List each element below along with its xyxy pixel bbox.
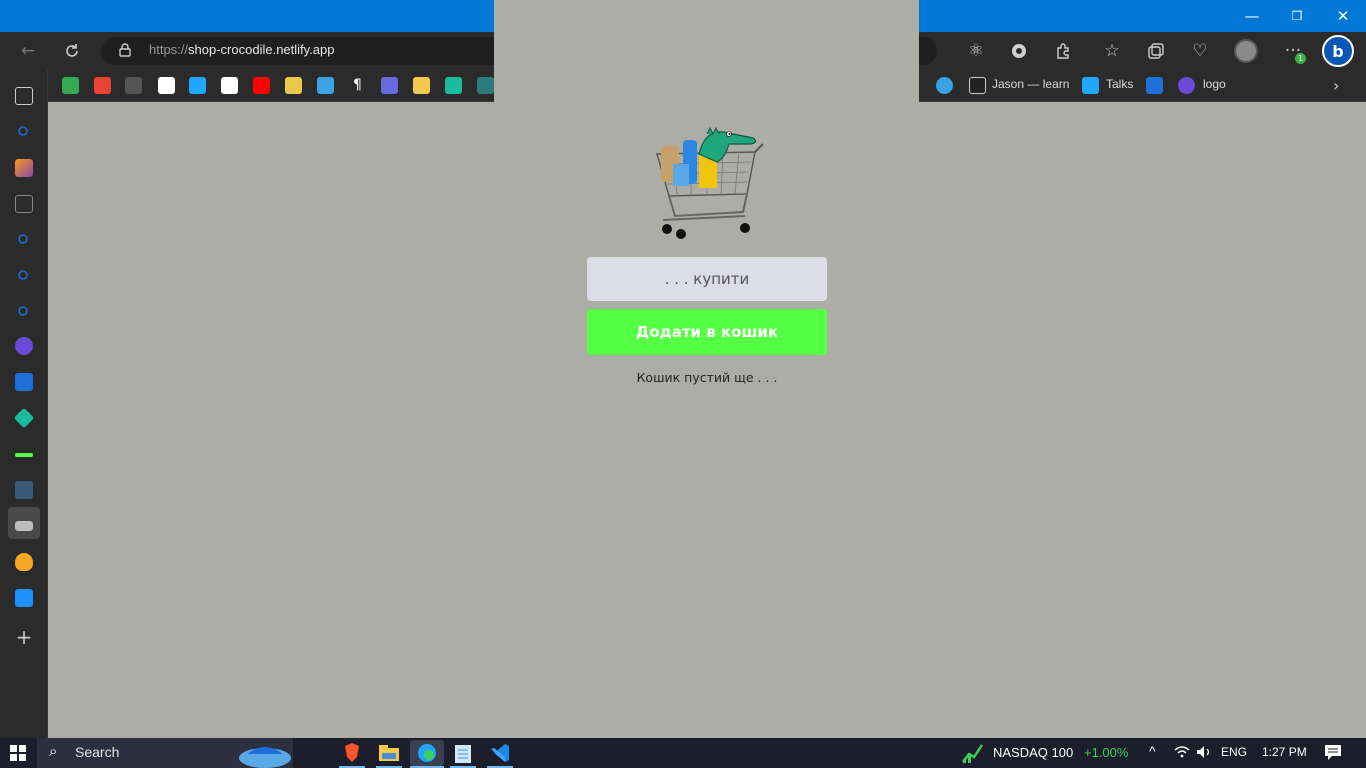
refresh-icon[interactable] (57, 36, 87, 66)
favorite-jason-learn[interactable]: Jason — learn (992, 77, 1069, 91)
taskbar-search[interactable]: ⌕ Search (37, 738, 293, 768)
youtube-icon[interactable] (253, 77, 270, 94)
sidebar-app-icon-1[interactable] (15, 159, 33, 177)
add-to-cart-button[interactable]: Додати в кошик (587, 309, 827, 355)
volume-icon[interactable] (1196, 745, 1212, 762)
favorite-icon-3[interactable] (125, 77, 142, 94)
layers-icon[interactable] (15, 521, 33, 531)
extension-badge: 1 (1295, 53, 1306, 64)
google-drive-icon[interactable] (62, 77, 79, 94)
windows-start-icon[interactable] (0, 738, 36, 768)
favorite-talks[interactable]: Talks (1106, 77, 1133, 91)
edge-icon[interactable] (410, 740, 444, 766)
browser-sidebar: + (0, 70, 48, 738)
profile-icon[interactable] (1234, 39, 1258, 63)
search-sidebar-icon-4[interactable] (15, 303, 33, 321)
favorite-icon-12[interactable] (413, 77, 430, 94)
extension-circle-icon[interactable] (1004, 36, 1034, 66)
search-sidebar-icon-3[interactable] (15, 267, 33, 285)
favorite-icon-9[interactable] (317, 77, 334, 94)
stock-chart-icon (962, 744, 983, 763)
empty-cart-message: Кошик пустий ще . . . (636, 370, 778, 385)
favorite-icon-5[interactable] (189, 77, 206, 94)
minimize-button[interactable]: — (1229, 0, 1275, 32)
firebase-icon[interactable] (15, 553, 33, 571)
pilcrow-icon[interactable]: ¶ (349, 77, 366, 94)
favorite-icon-13[interactable] (445, 77, 462, 94)
calendar-icon[interactable] (15, 195, 33, 213)
favorite-icon-4[interactable] (158, 77, 175, 94)
ticker-name[interactable]: NASDAQ 100 (993, 745, 1073, 760)
overlay-panel (494, 0, 919, 102)
windows-taskbar: ⌕ Search NASDAQ 100 +1.00% ^ ENG 1:27 PM (0, 738, 1366, 768)
search-sidebar-icon-2[interactable] (15, 231, 33, 249)
chevron-up-icon[interactable]: ^ (1149, 743, 1156, 759)
favorite-logo[interactable]: logo (1203, 77, 1226, 91)
close-button[interactable]: ✕ (1320, 0, 1366, 32)
logo-icon[interactable] (1178, 77, 1195, 94)
diamond-icon[interactable] (13, 407, 35, 429)
taskbar-search-label: Search (75, 744, 120, 760)
ticker-change[interactable]: +1.00% (1084, 745, 1128, 760)
mc-icon[interactable] (15, 589, 33, 607)
crocodile-shop-icon[interactable] (15, 453, 33, 457)
search-icon: ⌕ (49, 743, 58, 760)
search-highlight-image (239, 747, 291, 768)
notepad-icon[interactable] (450, 740, 476, 766)
clock[interactable]: 1:27 PM (1262, 745, 1307, 759)
notification-icon[interactable] (1325, 745, 1341, 763)
vscode-icon[interactable] (487, 740, 513, 766)
favorite-icon-6[interactable] (221, 77, 238, 94)
language-indicator[interactable]: ENG (1221, 745, 1247, 759)
talks-icon[interactable] (1082, 77, 1099, 94)
item-input[interactable] (587, 257, 827, 301)
jason-learn-icon[interactable] (969, 77, 986, 94)
favorite-icon-8[interactable] (285, 77, 302, 94)
chat-icon[interactable] (936, 77, 953, 94)
sidebar-app-icon-f[interactable] (15, 373, 33, 391)
add-icon[interactable]: + (15, 627, 33, 647)
brave-icon[interactable] (339, 740, 365, 766)
favorite-icon-2[interactable] (94, 77, 111, 94)
back-icon[interactable]: ← (13, 36, 43, 66)
restore-button[interactable]: ❐ (1274, 0, 1320, 32)
lock-icon[interactable] (119, 43, 131, 61)
favorite-icon-14[interactable] (477, 77, 494, 94)
favorites-icon[interactable]: ☆ (1097, 36, 1127, 66)
extensions-icon[interactable] (1049, 36, 1079, 66)
sidebar-app-icon-robot[interactable] (15, 481, 33, 499)
search-sidebar-icon[interactable] (15, 123, 33, 141)
shopping-cart-crocodile-logo (655, 124, 765, 240)
bing-icon[interactable]: b (1322, 35, 1354, 67)
react-icon[interactable]: ⚛ (961, 36, 991, 66)
canva-icon[interactable] (15, 337, 33, 355)
tabs-icon[interactable] (15, 87, 33, 105)
favorite-icon-11[interactable] (381, 77, 398, 94)
collections-icon[interactable] (1141, 36, 1171, 66)
health-icon[interactable]: ♡ (1185, 36, 1215, 66)
file-explorer-icon[interactable] (376, 740, 402, 766)
chevron-right-icon[interactable]: › (1333, 76, 1339, 95)
news-icon[interactable] (1146, 77, 1163, 94)
wifi-icon[interactable] (1174, 745, 1190, 762)
address-url: https://shop-crocodile.netlify.app (149, 42, 335, 57)
